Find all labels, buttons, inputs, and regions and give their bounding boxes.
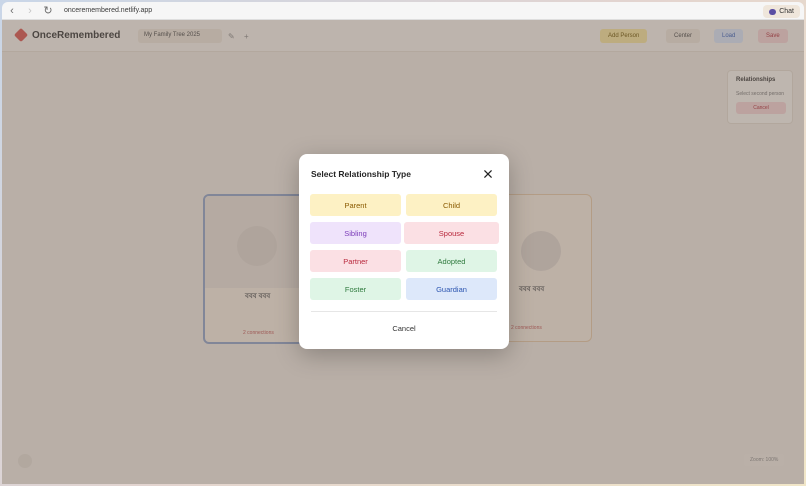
relationship-option-partner[interactable]: Partner <box>310 250 401 272</box>
relationship-option-adopted[interactable]: Adopted <box>406 250 497 272</box>
relationship-option-guardian[interactable]: Guardian <box>406 278 497 300</box>
close-icon <box>484 170 492 178</box>
relationship-type-dialog: Select Relationship Type Parent Child Si… <box>299 154 509 349</box>
forward-icon[interactable]: › <box>22 3 38 19</box>
dialog-title: Select Relationship Type <box>311 169 411 179</box>
chat-label: Chat <box>779 8 794 15</box>
cancel-button[interactable]: Cancel <box>379 320 429 336</box>
chat-button[interactable]: Chat <box>763 5 800 18</box>
relationship-option-spouse[interactable]: Spouse <box>404 222 499 244</box>
relationship-option-foster[interactable]: Foster <box>310 278 401 300</box>
relationship-option-child[interactable]: Child <box>406 194 497 216</box>
relationship-option-sibling[interactable]: Sibling <box>310 222 401 244</box>
close-button[interactable] <box>481 167 495 181</box>
reload-icon[interactable]: ↻ <box>40 3 56 19</box>
address-bar[interactable]: onceremembered.netlify.app <box>64 7 152 14</box>
chat-bubble-icon <box>769 8 777 15</box>
back-icon[interactable]: ‹ <box>4 3 20 19</box>
browser-toolbar: ‹ › ↻ onceremembered.netlify.app Chat <box>2 2 804 20</box>
relationship-option-parent[interactable]: Parent <box>310 194 401 216</box>
dialog-divider <box>311 311 497 312</box>
